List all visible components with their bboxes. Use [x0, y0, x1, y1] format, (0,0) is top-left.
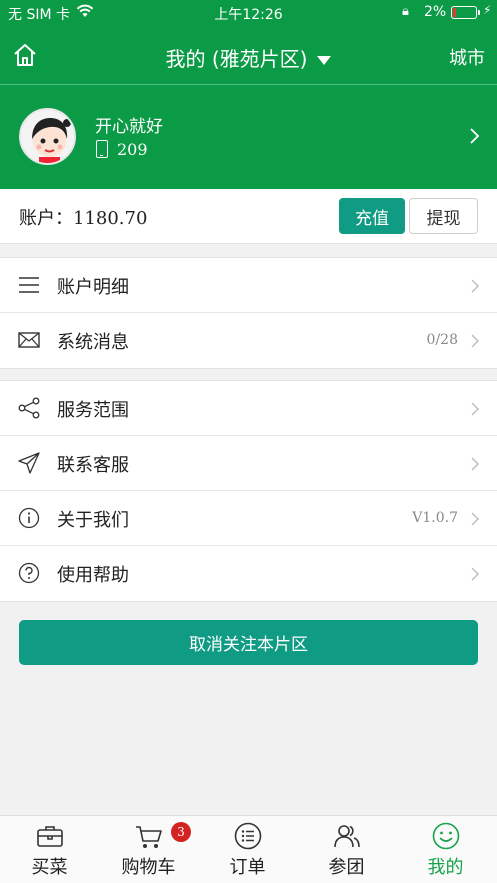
share-icon	[18, 397, 40, 419]
account-bar: 账户：1180.70 充值 提现	[0, 189, 497, 244]
tab-orders[interactable]: 订单	[198, 816, 297, 883]
chevron-right-icon	[471, 278, 479, 293]
menu-item-service-area[interactable]: 服务范围	[0, 381, 497, 436]
menu-item-help[interactable]: 使用帮助	[0, 546, 497, 601]
profile-phone: 209	[117, 140, 148, 159]
group-icon	[333, 822, 361, 850]
withdraw-button[interactable]: 提现	[409, 198, 478, 234]
status-bar: 无 SIM 卡 上午12:26 🔒︎ 2% ⚡︎	[0, 0, 497, 26]
city-button[interactable]: 城市	[449, 44, 485, 70]
app-version: V1.0.7	[412, 510, 458, 526]
tab-label: 订单	[229, 857, 266, 878]
menu-item-system-messages[interactable]: 系统消息 0/28	[0, 313, 497, 368]
chevron-right-icon	[471, 401, 479, 416]
profile-name: 开心就好	[95, 117, 163, 137]
send-icon	[18, 452, 40, 474]
tab-label: 我的	[427, 857, 464, 878]
battery-percent: 2%	[424, 4, 447, 20]
menu-item-label: 账户明细	[57, 277, 129, 298]
list-icon	[18, 274, 40, 296]
briefcase-icon	[36, 822, 64, 850]
tab-label: 参团	[328, 857, 365, 878]
help-icon	[18, 562, 40, 584]
caret-down-icon	[317, 56, 332, 65]
order-list-icon	[234, 822, 262, 850]
tab-bar: 买菜 3 购物车 订单 参团 我的	[0, 815, 497, 883]
battery-icon	[451, 6, 480, 19]
recharge-button[interactable]: 充值	[339, 198, 405, 234]
chevron-right-icon	[469, 128, 480, 144]
tab-label: 买菜	[31, 857, 68, 878]
avatar	[19, 108, 76, 165]
account-label-text: 账户：	[19, 208, 73, 229]
chevron-right-icon	[471, 333, 479, 348]
info-icon	[18, 507, 40, 529]
chevron-right-icon	[471, 511, 479, 526]
menu-group-info: 服务范围 联系客服 关于我们 V1.0.7 使用帮助	[0, 380, 497, 602]
chevron-right-icon	[471, 566, 479, 581]
nav-bar: 我的 (雅苑片区) 城市	[0, 26, 497, 84]
cart-icon	[135, 822, 163, 850]
account-balance: 1180.70	[73, 208, 148, 229]
menu-item-label: 系统消息	[57, 332, 129, 353]
tab-me[interactable]: 我的	[396, 816, 495, 883]
smile-icon	[432, 822, 460, 850]
menu-item-contact-support[interactable]: 联系客服	[0, 436, 497, 491]
menu-item-label: 服务范围	[57, 400, 129, 421]
tab-shop[interactable]: 买菜	[0, 816, 99, 883]
menu-item-account-details[interactable]: 账户明细	[0, 258, 497, 313]
profile-card[interactable]: 开心就好 209	[0, 85, 497, 189]
unfollow-area-button[interactable]: 取消关注本片区	[19, 620, 478, 665]
menu-item-about-us[interactable]: 关于我们 V1.0.7	[0, 491, 497, 546]
area-selector[interactable]: 我的 (雅苑片区)	[0, 43, 497, 72]
phone-icon	[96, 140, 108, 158]
chevron-right-icon	[471, 456, 479, 471]
orientation-lock-icon: 🔒︎	[402, 4, 409, 19]
tab-group-buy[interactable]: 参团	[297, 816, 396, 883]
message-count: 0/28	[426, 332, 458, 348]
tab-cart[interactable]: 3 购物车	[99, 816, 198, 883]
page-title: 我的 (雅苑片区)	[165, 47, 308, 71]
tab-label: 购物车	[121, 857, 176, 878]
menu-item-label: 联系客服	[57, 455, 129, 476]
cart-count-badge: 3	[171, 822, 191, 842]
account-label: 账户：1180.70	[19, 204, 147, 230]
charging-icon: ⚡︎	[483, 3, 492, 17]
menu-item-label: 使用帮助	[57, 565, 129, 586]
mail-icon	[18, 329, 40, 351]
clock: 上午12:26	[214, 7, 283, 23]
menu-item-label: 关于我们	[57, 510, 129, 531]
menu-group-account: 账户明细 系统消息 0/28	[0, 257, 497, 369]
